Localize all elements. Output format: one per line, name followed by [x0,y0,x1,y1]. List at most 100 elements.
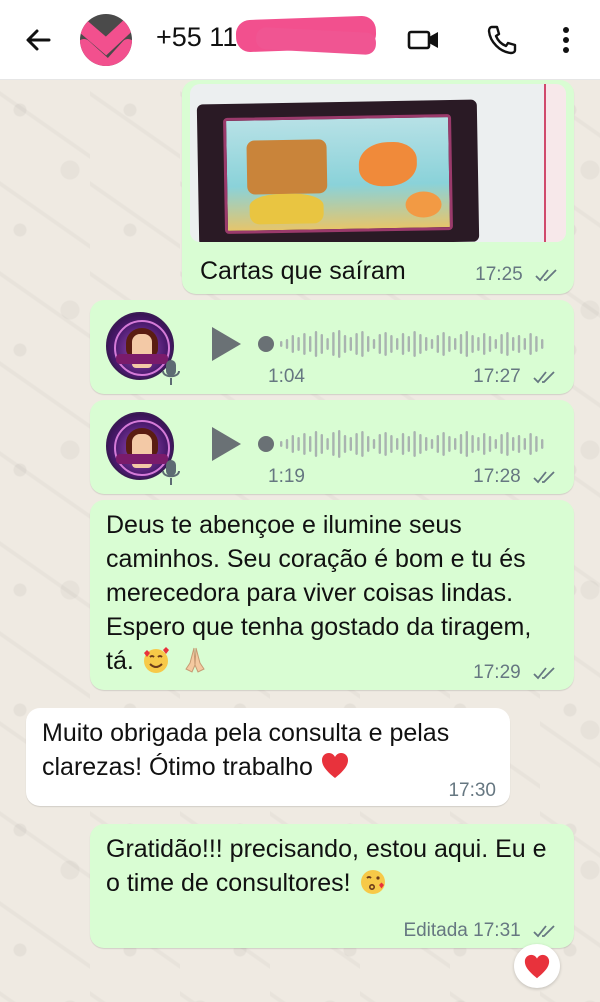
waveform-bar [483,433,486,455]
waveform-bar [309,436,312,452]
waveform-bar [436,335,439,353]
waveform-bar [541,339,544,349]
waveform-bar [378,334,381,354]
waveform-bar [343,335,347,353]
waveform-bar [303,433,306,455]
double-check-icon [533,371,555,384]
double-check-icon [533,667,555,680]
voice-message[interactable]: 1:04 17:27 [90,300,574,394]
more-vert-icon [563,27,569,53]
waveform-bar [425,437,428,451]
waveform-bar [413,431,416,457]
waveform-bar [332,432,335,456]
image-message[interactable]: Cartas que saíram 17:25 [182,80,574,294]
waveform-bar [338,330,341,358]
text-message[interactable]: Gratidão!!! precisando, estou aqui. Eu e… [90,824,574,948]
message-text: Gratidão!!! precisando, estou aqui. Eu e… [106,835,547,897]
red-heart-icon [524,954,550,979]
waveform-bar [494,439,497,449]
waveform-bar [529,433,532,455]
more-options-button[interactable] [548,22,584,58]
waveform-bar [413,331,416,357]
waveform-bar [367,436,370,452]
waveform-bar [396,338,399,350]
waveform-bar [314,331,318,357]
waveform-bar [448,436,451,452]
waveform-bar [529,333,532,355]
voice-call-button[interactable] [484,22,520,58]
coins-illustration [249,193,324,225]
waveform-bar [390,335,393,353]
phone-icon [487,25,517,55]
play-icon[interactable] [208,324,244,364]
waveform-bar [419,334,422,354]
waveform-bar [471,435,474,453]
waveform-bar [523,438,526,450]
voice-message[interactable]: 1:19 17:28 [90,400,574,494]
waveform-bar [407,436,410,452]
voice-duration: 1:04 [268,366,305,387]
message-time: 17:29 [473,662,558,684]
message-body: Muito obrigada pela consulta e pelas cla… [42,716,502,784]
waveform-bar [483,333,486,355]
chat-header: +55 11 ... [0,0,600,80]
folded-hands-icon [184,647,205,673]
waveform-bar [320,434,323,454]
waveform-bar [372,339,376,349]
play-icon[interactable] [208,424,244,464]
waveform-bar [512,437,515,451]
face-blowing-kiss-icon [360,870,385,894]
double-check-icon [533,925,555,938]
waveform-bar [459,434,463,454]
audio-waveform[interactable] [258,326,554,362]
waveform-bar [512,337,515,351]
image-caption: Cartas que saíram [200,257,406,285]
message-time: 17:30 [448,780,496,801]
waveform-bar [349,437,352,451]
waveform-bar [303,333,306,355]
tarot-card-photo[interactable] [190,84,566,242]
waveform-bar [280,441,283,447]
waveform-bar [517,335,521,353]
timestamp: 17:31 [473,920,521,941]
fish-illustration [405,191,442,218]
waveform-bar [436,435,439,453]
text-message[interactable]: Deus te abençoe e ilumine seus caminhos.… [90,500,574,690]
waveform-bar [384,332,387,356]
waveform-bar [291,335,294,353]
waveform-bar [297,437,300,451]
redaction-mark [80,16,132,66]
timestamp: 17:28 [473,466,521,487]
waveform-bar [465,331,468,357]
waveform-bar [471,335,474,353]
incoming-text-message[interactable]: Muito obrigada pela consulta e pelas cla… [26,708,510,806]
waveform-bar [401,433,405,455]
audio-waveform[interactable] [258,426,554,462]
double-check-icon [535,269,557,282]
waveform-bar [361,331,364,357]
tarot-card [196,99,480,242]
waveform-bar [285,339,289,349]
playhead[interactable] [258,436,274,452]
waveform-bar [535,336,538,352]
playhead[interactable] [258,336,274,352]
back-button[interactable] [22,24,54,56]
waveform-bar [297,337,300,351]
message-time: 17:28 [473,466,558,488]
waveform-bar [326,338,329,350]
waveform-bar [430,339,434,349]
waveform-bar [454,438,457,450]
message-time: Editada 17:31 [403,920,558,942]
message-reaction[interactable] [514,944,560,988]
waveform-bar [477,337,480,351]
waveform-bar [338,430,341,458]
waveform-bar [372,439,376,449]
waveform-bar [506,332,509,356]
video-call-icon [407,30,438,50]
waveform-bar [367,336,370,352]
contact-avatar[interactable] [80,14,132,66]
message-time: 17:25 [475,264,560,286]
video-call-button[interactable] [406,22,442,58]
waveform-bar [541,439,544,449]
voice-duration: 1:19 [268,466,305,487]
